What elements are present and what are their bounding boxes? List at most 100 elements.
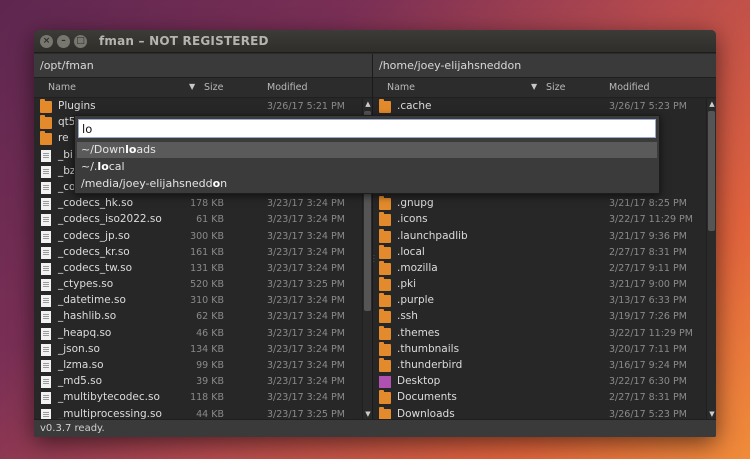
left-header-modified[interactable]: Modified — [267, 82, 308, 93]
file-row[interactable]: .gnupg 3/21/17 8:25 PM — [373, 196, 706, 212]
file-row[interactable]: Plugins 3/26/17 5:21 PM — [34, 99, 362, 115]
quick-search-popup: ~/Downloads~/.local/media/joey-elijahsne… — [74, 115, 660, 194]
left-header-name[interactable]: Name — [48, 82, 76, 93]
folder-icon — [379, 212, 391, 227]
file-row[interactable]: _datetime.so 310 KB 3/23/17 3:24 PM — [34, 293, 362, 309]
folder-icon — [40, 115, 52, 130]
file-row[interactable]: _json.so 134 KB 3/23/17 3:24 PM — [34, 342, 362, 358]
file-row[interactable]: .themes 3/22/17 11:29 PM — [373, 325, 706, 342]
file-name: _bz — [58, 164, 76, 177]
right-scrollbar[interactable]: ▲ ▼ — [706, 99, 716, 419]
file-row[interactable]: .local 2/27/17 8:31 PM — [373, 244, 706, 261]
quick-search-suggestion[interactable]: ~/Downloads — [77, 142, 657, 158]
right-path-bar[interactable]: /home/joey-elijahsneddon — [373, 54, 716, 78]
maximize-window-button[interactable]: □ — [74, 34, 87, 48]
file-name: .thunderbird — [397, 359, 463, 371]
right-pane[interactable]: /home/joey-elijahsneddon Name ▼ Size Mod… — [373, 54, 716, 419]
folder-icon — [379, 228, 391, 243]
file-row[interactable]: _md5.so 39 KB 3/23/17 3:24 PM — [34, 374, 362, 390]
scroll-up-icon[interactable]: ▲ — [707, 99, 716, 109]
file-row[interactable]: _codecs_iso2022.so 61 KB 3/23/17 3:24 PM — [34, 212, 362, 228]
file-modified: 3/23/17 3:24 PM — [267, 246, 345, 258]
file-row[interactable]: _codecs_hk.so 178 KB 3/23/17 3:24 PM — [34, 196, 362, 212]
scroll-down-icon[interactable]: ▼ — [363, 409, 373, 419]
file-row[interactable]: .thunderbird 3/16/17 9:24 PM — [373, 358, 706, 374]
suggestion-text: n — [220, 177, 228, 190]
folder-icon — [379, 277, 391, 292]
file-row[interactable]: _codecs_jp.so 300 KB 3/23/17 3:24 PM — [34, 229, 362, 245]
file-name: _lzma.so — [58, 359, 104, 371]
file-row[interactable]: .mozilla 2/27/17 9:11 PM — [373, 260, 706, 277]
file-size: 46 KB — [196, 327, 224, 339]
left-pane[interactable]: /opt/fman Name ▼ Size Modified Plugins 3/… — [34, 54, 373, 419]
right-header-size[interactable]: Size — [546, 82, 566, 93]
file-modified: 3/23/17 3:24 PM — [267, 262, 345, 274]
file-name: .pki — [397, 278, 417, 291]
file-modified: 3/22/17 6:30 PM — [609, 376, 687, 388]
quick-search-suggestion[interactable]: /media/joey-elijahsneddon — [77, 176, 657, 192]
sort-desc-icon[interactable]: ▼ — [531, 82, 537, 91]
right-header-modified[interactable]: Modified — [609, 82, 650, 93]
file-name: _bi — [58, 148, 73, 161]
file-name: _ctypes.so — [58, 278, 114, 291]
scroll-up-icon[interactable]: ▲ — [363, 99, 373, 109]
file-name: .thumbnails — [397, 342, 460, 355]
file-size: 310 KB — [190, 295, 224, 307]
quick-search-input[interactable] — [78, 119, 656, 138]
file-row[interactable]: .cache 3/26/17 5:23 PM — [373, 99, 706, 115]
pane-splitter-handle[interactable]: · · · — [373, 254, 377, 266]
scroll-down-icon[interactable]: ▼ — [707, 409, 716, 419]
file-row[interactable]: _lzma.so 99 KB 3/23/17 3:24 PM — [34, 358, 362, 374]
file-row[interactable]: Desktop 3/22/17 6:30 PM — [373, 374, 706, 390]
file-row[interactable]: .ssh 3/19/17 7:26 PM — [373, 309, 706, 325]
quick-search-suggestion[interactable]: ~/.local — [77, 159, 657, 175]
left-header-size[interactable]: Size — [204, 82, 224, 93]
file-row[interactable]: .thumbnails 3/20/17 7:11 PM — [373, 341, 706, 358]
file-modified: 3/26/17 5:23 PM — [609, 408, 687, 419]
file-icon — [41, 311, 51, 324]
folder-icon — [379, 244, 391, 259]
file-name: qt5 — [58, 116, 76, 129]
file-row[interactable]: _multiprocessing.so 44 KB 3/23/17 3:25 PM — [34, 407, 362, 419]
file-row[interactable]: _hashlib.so 62 KB 3/23/17 3:24 PM — [34, 309, 362, 325]
file-row[interactable]: _codecs_tw.so 131 KB 3/23/17 3:24 PM — [34, 261, 362, 277]
left-path-bar[interactable]: /opt/fman — [34, 54, 372, 78]
sort-desc-icon[interactable]: ▼ — [189, 82, 195, 91]
file-modified: 3/23/17 3:25 PM — [267, 279, 345, 291]
file-modified: 3/26/17 5:21 PM — [267, 101, 345, 112]
folder-icon — [379, 309, 391, 324]
file-row[interactable]: _heapq.so 46 KB 3/23/17 3:24 PM — [34, 326, 362, 342]
file-name: .purple — [397, 294, 435, 307]
minimize-window-button[interactable]: – — [57, 34, 70, 48]
file-row[interactable]: .pki 3/21/17 9:00 PM — [373, 277, 706, 293]
right-column-headers: Name ▼ Size Modified — [373, 78, 716, 98]
file-row[interactable]: _codecs_kr.so 161 KB 3/23/17 3:24 PM — [34, 245, 362, 261]
close-window-button[interactable]: × — [40, 34, 53, 48]
fman-window: × – □ fman – NOT REGISTERED /opt/fman Na… — [34, 30, 716, 437]
file-modified: 3/23/17 3:25 PM — [267, 408, 345, 419]
file-size: 99 KB — [196, 360, 224, 371]
file-name: _codecs_hk.so — [58, 197, 134, 210]
folder-icon — [379, 260, 391, 275]
file-row[interactable]: _multibytecodec.so 118 KB 3/23/17 3:24 PM — [34, 390, 362, 406]
file-row[interactable]: _ctypes.so 520 KB 3/23/17 3:25 PM — [34, 277, 362, 293]
file-row[interactable]: .icons 3/22/17 11:29 PM — [373, 212, 706, 228]
file-modified: 3/19/17 7:26 PM — [609, 311, 687, 323]
file-row[interactable]: Downloads 3/26/17 5:23 PM — [373, 406, 706, 419]
file-row[interactable]: Documents 2/27/17 8:31 PM — [373, 390, 706, 406]
file-name: Downloads — [397, 407, 455, 419]
right-scroll-thumb[interactable] — [708, 111, 715, 231]
file-name: re — [58, 132, 69, 145]
right-header-name[interactable]: Name — [387, 82, 415, 93]
file-modified: 3/23/17 3:24 PM — [267, 230, 345, 242]
suggestion-match: lo — [97, 160, 109, 173]
file-size: 39 KB — [196, 376, 224, 388]
file-icon — [41, 198, 51, 211]
file-name: .mozilla — [397, 261, 438, 274]
file-modified: 3/22/17 11:29 PM — [609, 214, 693, 226]
title-bar: × – □ fman – NOT REGISTERED — [34, 30, 716, 53]
file-row[interactable]: .launchpadlib 3/21/17 9:36 PM — [373, 228, 706, 245]
file-row[interactable]: .purple 3/13/17 6:33 PM — [373, 293, 706, 309]
file-icon — [41, 279, 51, 292]
file-name: Desktop — [397, 375, 441, 388]
